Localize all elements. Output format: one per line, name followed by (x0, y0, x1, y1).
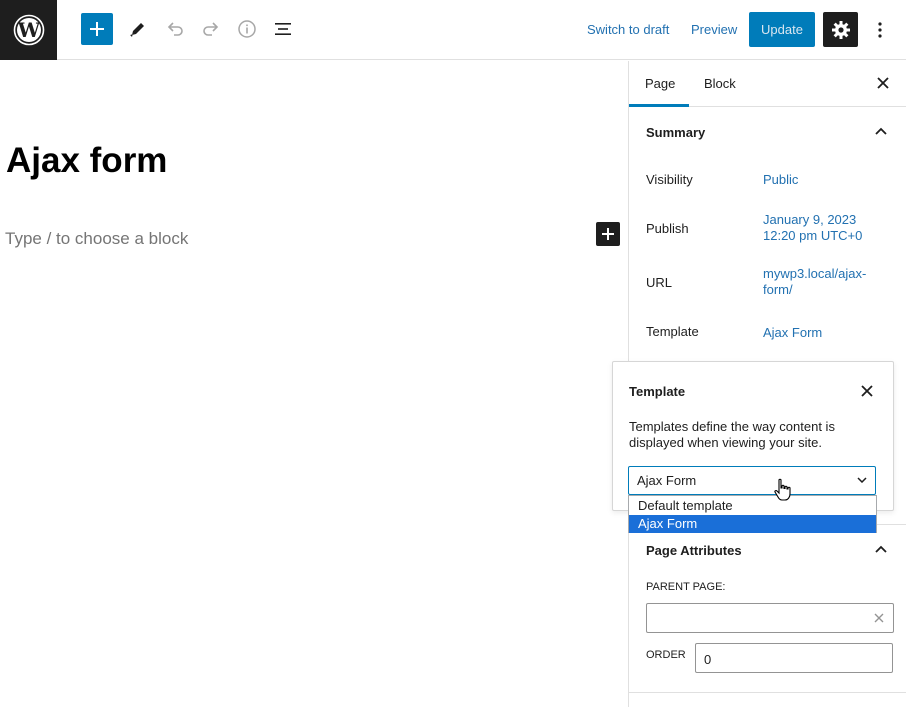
add-block-button[interactable] (596, 222, 620, 246)
editor-header: W Switch to draft Preview Update (0, 0, 906, 60)
url-button[interactable]: mywp3.local/ajax- form/ (763, 266, 866, 298)
template-select[interactable]: Ajax Form (628, 466, 876, 495)
update-button[interactable]: Update (749, 12, 815, 47)
chevron-up-icon (875, 545, 887, 553)
visibility-label: Visibility (646, 172, 693, 187)
publish-date-button[interactable]: January 9, 2023 12:20 pm UTC+0 (763, 212, 862, 244)
settings-button[interactable] (823, 12, 858, 47)
parent-page-combobox[interactable] (646, 603, 894, 633)
panel-divider (629, 692, 906, 693)
page-attributes-panel-title[interactable]: Page Attributes (646, 543, 742, 558)
visibility-value[interactable]: Public (763, 172, 798, 188)
summary-panel-title[interactable]: Summary (646, 125, 705, 140)
redo-icon (203, 22, 219, 36)
url-label: URL (646, 275, 673, 290)
chevron-up-icon (875, 127, 887, 135)
tab-page[interactable]: Page (645, 76, 675, 91)
tools-button[interactable] (122, 12, 154, 46)
tab-block[interactable]: Block (704, 76, 736, 91)
close-icon (861, 385, 873, 397)
close-icon (877, 77, 889, 89)
list-view-icon (275, 23, 291, 35)
more-vertical-icon (878, 22, 882, 38)
preview-button[interactable]: Preview (691, 22, 737, 37)
info-icon (238, 20, 256, 38)
svg-text:W: W (16, 18, 40, 42)
editor-canvas: Ajax form Type / to choose a block (0, 61, 628, 707)
undo-button[interactable] (159, 12, 191, 46)
template-description: Templates define the way content is disp… (629, 419, 835, 450)
template-label: Template (646, 324, 699, 339)
url-line-2: form/ (763, 282, 793, 297)
active-tab-indicator (629, 104, 689, 107)
options-menu-button[interactable] (868, 13, 892, 47)
template-popover-title: Template (629, 384, 686, 399)
hand-cursor-icon (774, 478, 791, 501)
close-popover-button[interactable] (857, 381, 877, 401)
publish-label: Publish (646, 221, 689, 236)
chevron-down-icon (855, 473, 869, 487)
gear-icon (831, 20, 850, 39)
publish-date: January 9, 2023 (763, 212, 857, 227)
order-label: ORDER (646, 649, 686, 661)
order-input[interactable]: 0 (695, 643, 893, 673)
wordpress-logo-button[interactable]: W (0, 0, 57, 60)
block-inserter-button[interactable] (81, 13, 113, 45)
publish-time: 12:20 pm UTC+0 (763, 228, 863, 243)
template-options-list: Default template Ajax Form (628, 495, 877, 533)
undo-icon (167, 22, 183, 36)
parent-page-label: PARENT PAGE: (646, 581, 726, 593)
close-sidebar-button[interactable] (873, 73, 893, 93)
plus-icon (602, 228, 614, 240)
url-line-1: mywp3.local/ajax- (763, 266, 867, 281)
redo-button[interactable] (195, 12, 227, 46)
switch-to-draft-button[interactable]: Switch to draft (587, 22, 669, 37)
template-value-button[interactable]: Ajax Form (763, 325, 822, 341)
wordpress-logo-icon: W (13, 14, 44, 46)
page-attributes-collapse-button[interactable] (873, 541, 889, 557)
page-title[interactable]: Ajax form (6, 141, 167, 181)
close-icon (874, 613, 884, 623)
list-view-button[interactable] (267, 12, 299, 46)
sidebar-tabs: Page Block (629, 61, 906, 107)
plus-icon (90, 22, 104, 36)
template-option-ajax-form[interactable]: Ajax Form (629, 515, 876, 533)
template-option-default[interactable]: Default template (629, 497, 876, 515)
details-button[interactable] (231, 12, 263, 46)
pencil-icon (130, 23, 144, 37)
summary-collapse-button[interactable] (873, 123, 889, 139)
template-select-value: Ajax Form (637, 473, 697, 488)
clear-parent-button[interactable] (871, 610, 887, 626)
block-appender[interactable]: Type / to choose a block (5, 229, 188, 249)
